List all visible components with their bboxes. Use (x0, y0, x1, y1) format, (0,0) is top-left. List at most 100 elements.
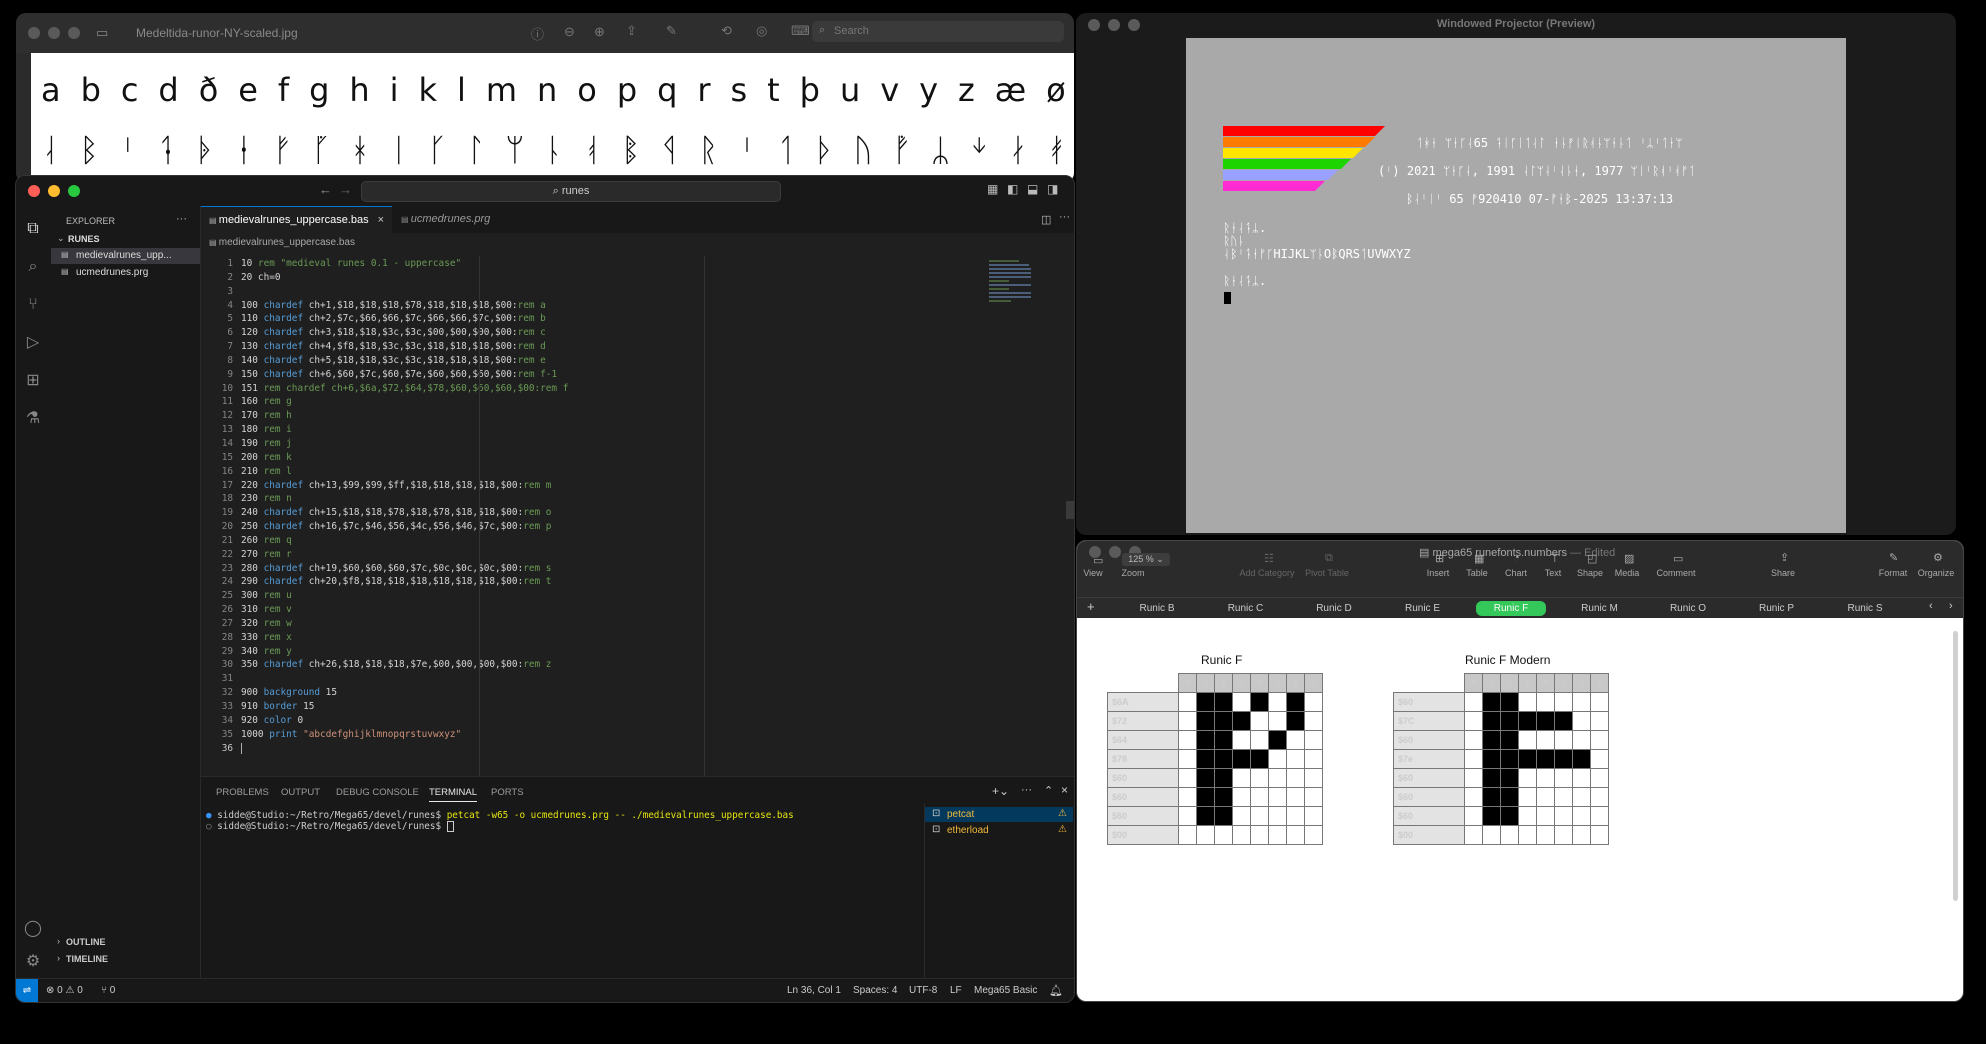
pivot-table-icon[interactable]: ⧉ (1325, 552, 1333, 565)
pixel-cell[interactable] (1500, 711, 1519, 731)
pixel-cell[interactable] (1286, 749, 1305, 769)
pixel-cell[interactable] (1250, 768, 1269, 788)
indentation[interactable]: Spaces: 4 (853, 985, 897, 996)
code-line[interactable]: 18 230 rem n (201, 492, 961, 506)
minimize-button[interactable] (48, 27, 60, 39)
bit-weight-header[interactable]: 1 (1232, 673, 1251, 693)
pixel-cell[interactable] (1178, 692, 1197, 712)
sheet-tab[interactable]: Runic O (1653, 601, 1723, 616)
pixel-cell[interactable] (1250, 692, 1269, 712)
pixel-cell[interactable] (1214, 806, 1233, 826)
bit-weight-header[interactable]: 2 (1572, 673, 1591, 693)
search-icon[interactable]: ⌕ (22, 256, 44, 278)
sheet-next-icon[interactable]: › (1949, 600, 1953, 612)
pixel-cell[interactable] (1572, 711, 1591, 731)
pixel-cell[interactable] (1536, 768, 1555, 788)
language-mode[interactable]: Mega65 Basic (974, 985, 1037, 996)
hex-value-cell[interactable]: $78 (1107, 749, 1179, 769)
code-line[interactable]: 21 260 rem q (201, 534, 961, 548)
code-line[interactable]: 25 300 rem u (201, 589, 961, 603)
hex-value-cell[interactable]: $7C (1393, 711, 1465, 731)
pixel-cell[interactable] (1286, 730, 1305, 750)
location-icon[interactable]: ◎ (756, 23, 767, 39)
comment-icon[interactable]: ▭ (1673, 552, 1683, 565)
maximize-panel-icon[interactable]: ⌃ (1044, 784, 1053, 797)
table-icon[interactable]: ▦ (1474, 552, 1484, 565)
toolbar-label[interactable]: Organize (1906, 568, 1963, 578)
more-actions-icon[interactable]: ··· (176, 213, 187, 225)
pixel-cell[interactable] (1536, 692, 1555, 712)
pixel-cell[interactable] (1250, 749, 1269, 769)
pixel-cell[interactable] (1572, 787, 1591, 807)
bit-weight-header[interactable]: 1 (1590, 673, 1609, 693)
more-actions-icon[interactable]: ··· (1021, 784, 1032, 796)
sheet-tab[interactable]: Runic D (1299, 601, 1369, 616)
pixel-cell[interactable] (1268, 730, 1287, 750)
code-line[interactable]: 7 130 chardef ch+4,$f8,$18,$3c,$3c,$18,$1… (201, 340, 961, 354)
hex-value-cell[interactable]: $60 (1393, 768, 1465, 788)
bit-weight-header[interactable]: 4 (1482, 673, 1501, 693)
code-line[interactable]: 9 150 chardef ch+6,$60,$7c,$60,$7e,$60,$6… (201, 368, 961, 382)
remote-indicator[interactable]: ⇌ (16, 979, 38, 1002)
sheet-tab[interactable]: Runic E (1388, 601, 1458, 616)
add-category-icon[interactable]: ☷ (1264, 552, 1274, 565)
pixel-cell[interactable] (1554, 787, 1573, 807)
sheet-tab[interactable]: Runic M (1565, 601, 1635, 616)
pixel-cell[interactable] (1232, 825, 1251, 845)
pixel-cell[interactable] (1250, 787, 1269, 807)
pixel-cell[interactable] (1214, 749, 1233, 769)
pixel-cell[interactable] (1464, 692, 1483, 712)
pixel-cell[interactable] (1268, 692, 1287, 712)
shape-icon[interactable]: ◰ (1587, 552, 1597, 565)
pixel-cell[interactable] (1268, 825, 1287, 845)
pixel-cell[interactable] (1196, 711, 1215, 731)
pixel-cell[interactable] (1286, 711, 1305, 731)
tab-debug-console[interactable]: DEBUG CONSOLE (336, 787, 419, 798)
pixel-cell[interactable] (1572, 692, 1591, 712)
pixel-cell[interactable] (1536, 806, 1555, 826)
bit-weight-header[interactable]: 8 (1178, 673, 1197, 693)
pixel-cell[interactable] (1232, 749, 1251, 769)
code-line[interactable]: 2 20 ch=0 (201, 271, 961, 285)
pixel-cell[interactable] (1518, 711, 1537, 731)
pixel-cell[interactable] (1304, 692, 1323, 712)
pixel-cell[interactable] (1286, 825, 1305, 845)
pixel-cell[interactable] (1500, 806, 1519, 826)
zoom-button[interactable] (68, 27, 80, 39)
pixel-cell[interactable] (1572, 806, 1591, 826)
hex-value-cell[interactable]: $60 (1393, 730, 1465, 750)
zoom-in-icon[interactable]: ⊕ (594, 24, 605, 40)
outline-section[interactable]: OUTLINE (66, 937, 106, 947)
timeline-chevron-icon[interactable]: › (57, 953, 60, 963)
pixel-cell[interactable] (1518, 825, 1537, 845)
extensions-icon[interactable]: ⊞ (22, 370, 44, 392)
pixel-cell[interactable] (1572, 730, 1591, 750)
search-field[interactable]: ⌕ Search (812, 21, 1064, 42)
pixel-cell[interactable] (1464, 787, 1483, 807)
pixel-cell[interactable] (1178, 730, 1197, 750)
pixel-cell[interactable] (1214, 692, 1233, 712)
pixel-cell[interactable] (1464, 730, 1483, 750)
code-line[interactable]: 20 250 chardef ch+16,$7c,$46,$56,$4c,$56,… (201, 520, 961, 534)
tab-medievalrunes[interactable]: ▤ medievalrunes_uppercase.bas × (201, 206, 392, 234)
pixel-cell[interactable] (1572, 825, 1591, 845)
toolbar-label[interactable]: Add Category (1237, 568, 1297, 578)
code-line[interactable]: 16 210 rem l (201, 465, 961, 479)
minimize-button[interactable] (1109, 546, 1121, 558)
forward-arrow-icon[interactable]: → (339, 182, 352, 197)
pixel-cell[interactable] (1232, 806, 1251, 826)
code-line[interactable]: 14 190 rem j (201, 437, 961, 451)
code-line[interactable]: 29 340 rem y (201, 645, 961, 659)
file-item-bas[interactable]: ▤ medievalrunes_upp... (51, 248, 200, 264)
info-icon[interactable]: ⓘ (531, 24, 544, 43)
folder-name[interactable]: RUNES (68, 234, 100, 244)
sheet-tab[interactable]: Runic C (1211, 601, 1281, 616)
pixel-cell[interactable] (1536, 749, 1555, 769)
pixel-cell[interactable] (1286, 768, 1305, 788)
tab-ucmedrunes[interactable]: ▤ ucmedrunes.prg (393, 206, 498, 233)
pixel-cell[interactable] (1196, 825, 1215, 845)
insert-icon[interactable]: ⊞ (1435, 552, 1444, 565)
pixel-cell[interactable] (1500, 825, 1519, 845)
hex-value-cell[interactable]: $00 (1107, 825, 1179, 845)
rotate-icon[interactable]: ⟲ (721, 23, 732, 39)
